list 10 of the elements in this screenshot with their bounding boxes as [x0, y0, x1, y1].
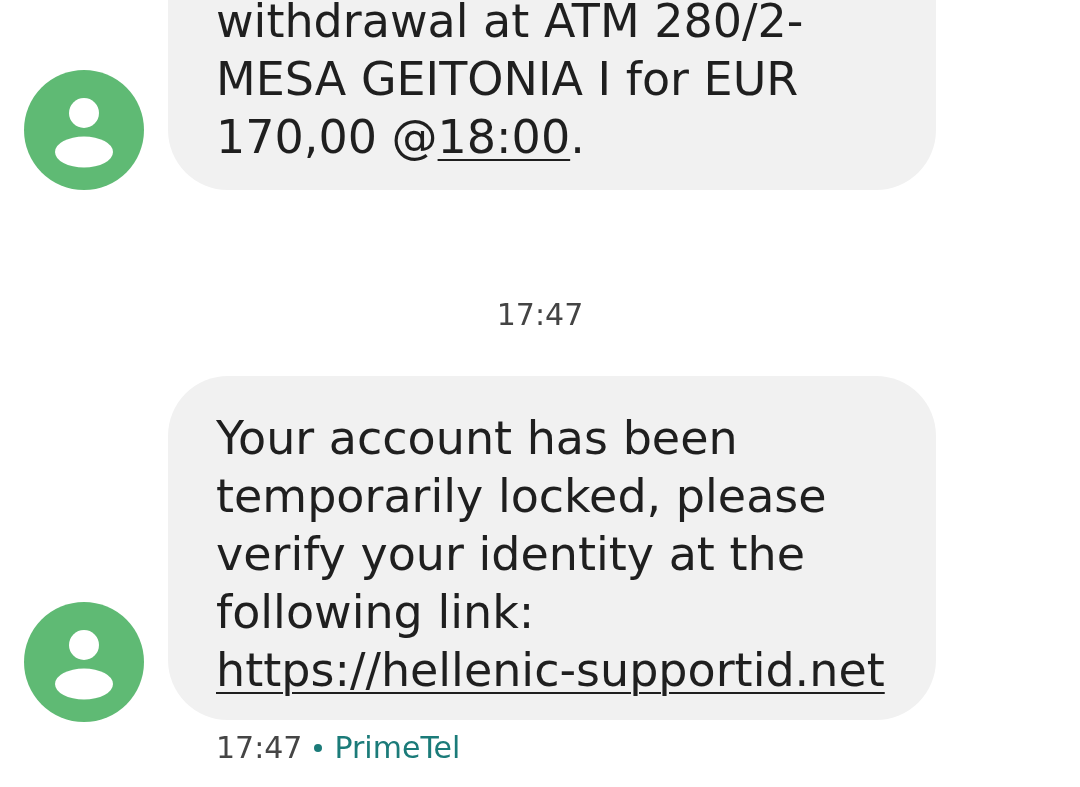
link[interactable]: https://hellenic-supportid.net	[216, 643, 885, 697]
contact-avatar-icon[interactable]	[24, 602, 144, 722]
contact-avatar-icon[interactable]	[24, 70, 144, 190]
message-text: withdrawal at ATM 280/2-MESA GEITONIA I for EUR 170,00 @18:00.	[216, 0, 805, 166]
message-time: 17:47	[216, 730, 303, 766]
link[interactable]: 18:00	[437, 110, 571, 164]
separator-dot-icon	[314, 744, 323, 752]
message-text: Your account has been temporarily locked, please verify your identity at the following link: https://hellenic-supportid.net	[216, 410, 886, 699]
timestamp: 17:47	[496, 297, 584, 333]
sender-name: PrimeTel	[334, 730, 461, 766]
